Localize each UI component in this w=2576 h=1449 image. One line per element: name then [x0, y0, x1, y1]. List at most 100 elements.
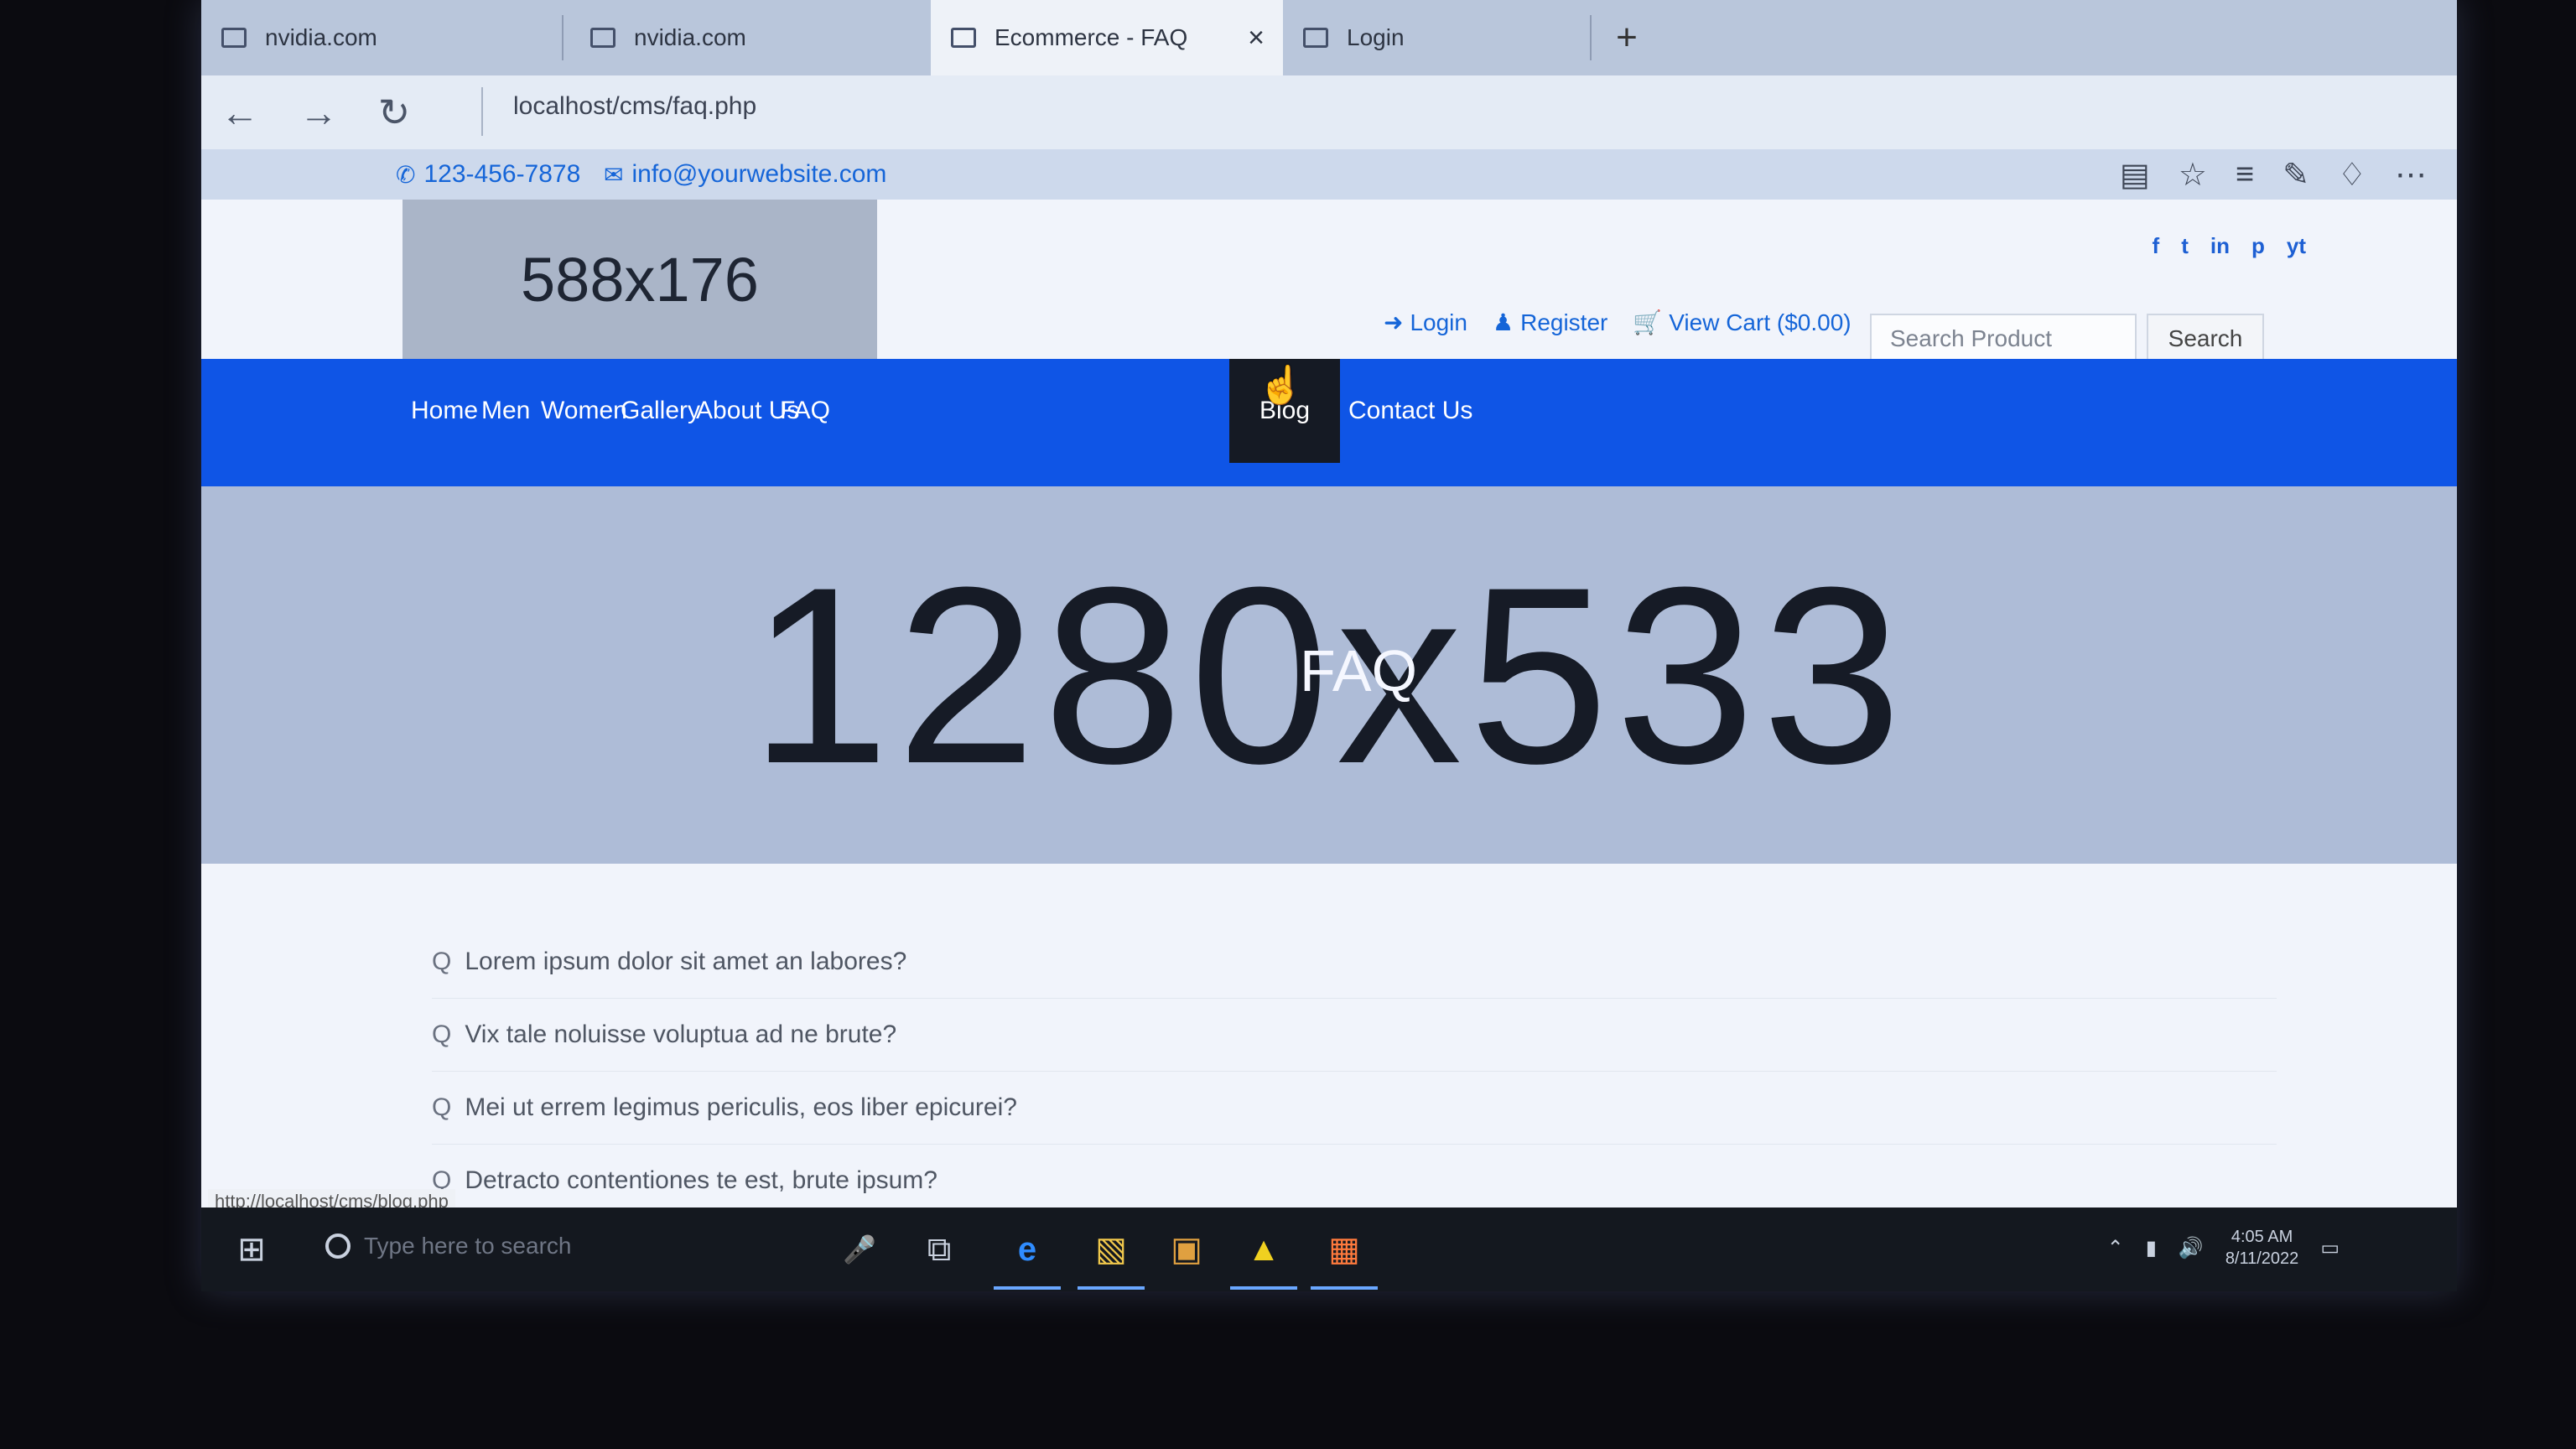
more-icon[interactable]: ⋯	[2395, 156, 2427, 194]
active-app-indicator	[1078, 1286, 1145, 1290]
tab-login[interactable]: Login	[1283, 0, 1593, 75]
faq-question: Vix tale noluisse voluptua ad ne brute?	[465, 1021, 897, 1048]
login-label: Login	[1410, 309, 1467, 335]
active-app-indicator	[1311, 1286, 1378, 1290]
faq-item[interactable]: Q Mei ut errem legimus periculis, eos li…	[432, 1072, 2277, 1145]
volume-icon[interactable]: 🔊	[2179, 1236, 2204, 1260]
microphone-icon[interactable]: 🎤	[830, 1208, 889, 1291]
faq-item[interactable]: Q Lorem ipsum dolor sit amet an labores?	[432, 926, 2277, 999]
envelope-icon: ✉	[604, 161, 624, 188]
chevron-up-icon[interactable]: ⌃	[2107, 1236, 2124, 1260]
nav-gallery[interactable]: Gallery	[621, 359, 700, 463]
sign-in-icon: ➜	[1384, 309, 1404, 335]
nav-men[interactable]: Men	[481, 359, 530, 463]
tab-ecommerce-faq[interactable]: Ecommerce - FAQ ×	[931, 0, 1283, 75]
banner-title: FAQ	[1300, 638, 1418, 704]
notification-icon[interactable]: ▭	[2320, 1236, 2340, 1260]
social-links: f t in p yt	[2153, 233, 2306, 259]
file-explorer-icon[interactable]: ▧	[1073, 1208, 1149, 1291]
page-icon	[221, 28, 247, 48]
cortana-icon	[325, 1233, 351, 1259]
nav-faq[interactable]: FAQ	[780, 359, 830, 463]
cart-icon: 🛒	[1633, 309, 1663, 335]
tab-title: nvidia.com	[265, 24, 377, 50]
close-tab-icon[interactable]: ×	[1248, 22, 1265, 55]
system-tray: ⌃ ▮ 🔊 4:05 AM 8/11/2022 ▭	[2107, 1226, 2340, 1270]
main-navigation: Home Men Women Gallery About Us FAQ Blog…	[201, 359, 2457, 486]
refresh-icon[interactable]: ↻	[361, 75, 428, 149]
screen: nvidia.com nvidia.com Ecommerce - FAQ × …	[201, 0, 2457, 1291]
edge-browser-icon[interactable]: e	[989, 1208, 1065, 1291]
question-prefix: Q	[432, 948, 452, 975]
tab-nvidia-1[interactable]: nvidia.com	[201, 0, 553, 75]
linkedin-icon[interactable]: in	[2210, 233, 2230, 259]
user-plus-icon: ♟	[1492, 309, 1514, 335]
taskbar-search[interactable]: Type here to search	[325, 1233, 571, 1259]
email-contact[interactable]: ✉ info@yourwebsite.com	[604, 149, 886, 200]
search-button[interactable]: Search	[2147, 314, 2264, 364]
url-field[interactable]: localhost/cms/faq.php	[513, 92, 756, 121]
battery-icon[interactable]: ▮	[2146, 1236, 2157, 1260]
clock[interactable]: 4:05 AM 8/11/2022	[2225, 1226, 2299, 1270]
tab-title: Ecommerce - FAQ	[995, 24, 1188, 50]
nav-contact-us[interactable]: Contact Us	[1348, 359, 1472, 463]
clock-time: 4:05 AM	[2231, 1228, 2293, 1246]
back-arrow-icon[interactable]: ←	[206, 75, 273, 149]
tab-divider	[1590, 15, 1592, 60]
nav-home[interactable]: Home	[411, 359, 478, 463]
share-icon[interactable]: ♢	[2338, 156, 2366, 194]
faq-question: Lorem ipsum dolor sit amet an labores?	[465, 948, 907, 975]
phone-contact[interactable]: ✆ 123-456-7878	[396, 149, 580, 200]
faq-banner: 1280x533 FAQ	[201, 486, 2457, 864]
tab-nvidia-2[interactable]: nvidia.com	[570, 0, 922, 75]
search-product-input[interactable]	[1870, 314, 2137, 364]
windows-start-icon[interactable]: ⊞	[218, 1208, 285, 1291]
view-cart-link[interactable]: 🛒 View Cart ($0.00)	[1633, 309, 1851, 336]
faq-question: Detracto contentiones te est, brute ipsu…	[465, 1166, 937, 1194]
facebook-icon[interactable]: f	[2153, 233, 2160, 259]
page-icon	[951, 28, 976, 48]
tab-title: nvidia.com	[634, 24, 746, 50]
user-actions: ➜ Login ♟ Register 🛒 View Cart ($0.00)	[1384, 309, 1852, 336]
faq-item[interactable]: Q Vix tale noluisse voluptua ad ne brute…	[432, 999, 2277, 1072]
logo-placeholder[interactable]: 588x176	[402, 200, 877, 359]
register-link[interactable]: ♟ Register	[1493, 309, 1607, 336]
question-prefix: Q	[432, 1093, 452, 1121]
email-address: info@yourwebsite.com	[631, 160, 887, 188]
page-icon	[590, 28, 615, 48]
web-note-icon[interactable]: ✎	[2283, 156, 2309, 194]
faq-list: Q Lorem ipsum dolor sit amet an labores?…	[432, 926, 2277, 1218]
pinterest-icon[interactable]: p	[2251, 233, 2265, 259]
taskbar-search-placeholder: Type here to search	[364, 1233, 572, 1259]
tab-title: Login	[1347, 24, 1405, 50]
hub-icon[interactable]: ≡	[2236, 157, 2254, 193]
tab-divider	[562, 15, 564, 60]
url-divider	[481, 87, 483, 136]
faq-question: Mei ut errem legimus periculis, eos libe…	[465, 1093, 1017, 1121]
new-tab-button[interactable]: +	[1593, 0, 1660, 75]
phone-number: 123-456-7878	[423, 160, 581, 188]
browser-toolbar: ▤ ☆ ≡ ✎ ♢ ⋯	[2120, 156, 2427, 194]
reading-view-icon[interactable]: ▤	[2120, 156, 2150, 194]
web-page: ✆ 123-456-7878 ✉ info@yourwebsite.com ▤ …	[201, 149, 2457, 1218]
youtube-icon[interactable]: yt	[2287, 233, 2306, 259]
forward-arrow-icon[interactable]: →	[285, 75, 352, 149]
faq-item[interactable]: Q Detracto contentiones te est, brute ip…	[432, 1145, 2277, 1218]
active-app-indicator	[994, 1286, 1061, 1290]
cart-label: View Cart ($0.00)	[1669, 309, 1852, 335]
hand-cursor-icon: ☝	[1258, 365, 1304, 406]
twitter-icon[interactable]: t	[2181, 233, 2189, 259]
phone-icon: ✆	[396, 161, 416, 188]
store-icon[interactable]: ▣	[1149, 1208, 1224, 1291]
question-prefix: Q	[432, 1021, 452, 1048]
nav-women[interactable]: Women	[541, 359, 627, 463]
task-view-icon[interactable]: ⧉	[906, 1208, 973, 1291]
page-icon	[1303, 28, 1328, 48]
active-app-indicator	[1230, 1286, 1297, 1290]
register-label: Register	[1520, 309, 1608, 335]
game-app-icon[interactable]: ▲	[1226, 1208, 1301, 1291]
clock-date: 8/11/2022	[2225, 1249, 2299, 1268]
favorite-star-icon[interactable]: ☆	[2179, 156, 2207, 194]
login-link[interactable]: ➜ Login	[1384, 309, 1467, 336]
xampp-icon[interactable]: ▦	[1306, 1208, 1382, 1291]
